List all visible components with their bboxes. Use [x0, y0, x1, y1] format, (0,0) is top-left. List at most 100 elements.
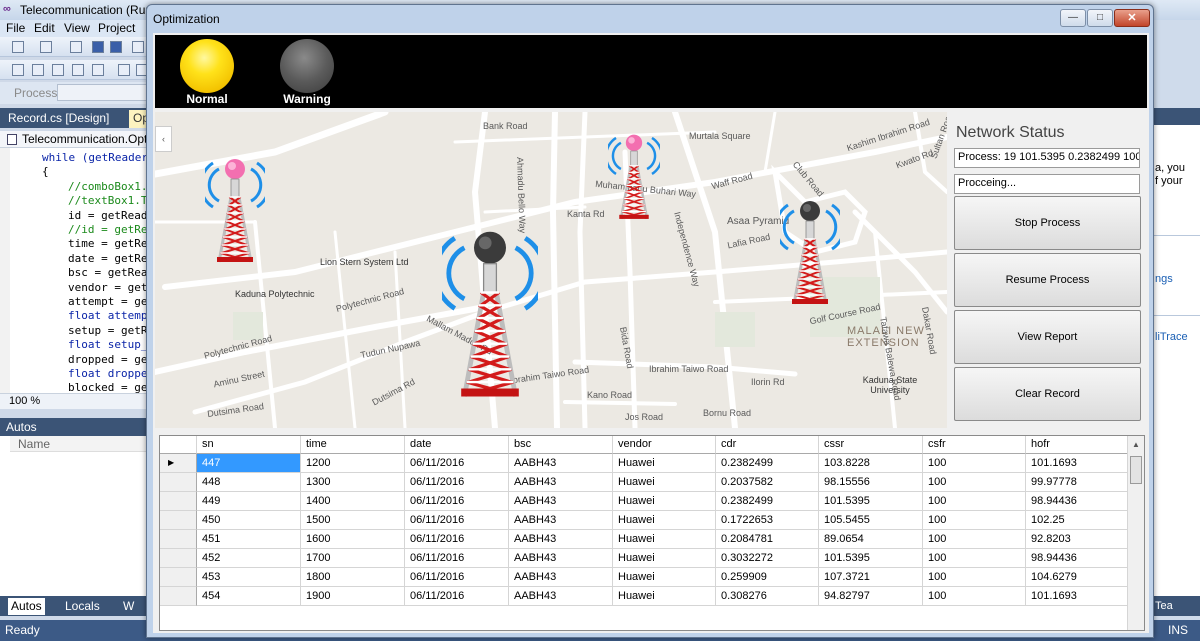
clear-record-button[interactable]: Clear Record — [954, 367, 1141, 421]
table-cell-cdr[interactable]: 0.3032272 — [716, 549, 819, 568]
code-line[interactable]: dropped = getReader — [68, 353, 150, 366]
table-cell-bsc[interactable]: AABH43 — [509, 492, 613, 511]
table-cell-hofr[interactable]: 101.1693 — [1026, 587, 1129, 606]
table-cell-cssr[interactable]: 107.3721 — [819, 568, 923, 587]
map-pan-control[interactable]: ‹ — [155, 126, 172, 152]
table-cell-csfr[interactable]: 100 — [923, 549, 1026, 568]
code-line[interactable]: //id = getReader — [68, 223, 150, 236]
state-textbox[interactable]: Procceing... — [954, 174, 1140, 194]
table-cell-csfr[interactable]: 100 — [923, 492, 1026, 511]
code-line[interactable]: float dropped_value — [68, 367, 150, 380]
close-button[interactable]: ✕ — [1114, 9, 1150, 27]
table-cell-sn[interactable]: 450 — [197, 511, 301, 530]
table-cell-cdr[interactable]: 0.2382499 — [716, 454, 819, 473]
table-cell-cssr[interactable]: 98.15556 — [819, 473, 923, 492]
right-panel-link[interactable]: ngs — [1155, 273, 1173, 285]
table-cell-bsc[interactable]: AABH43 — [509, 454, 613, 473]
table-cell-cdr[interactable]: 0.259909 — [716, 568, 819, 587]
menu-file[interactable]: File — [6, 21, 25, 35]
cut-icon[interactable] — [132, 41, 144, 53]
right-panel-link[interactable]: liTrace — [1155, 331, 1188, 343]
table-cell-time[interactable]: 1200 — [301, 454, 405, 473]
table-cell-vendor[interactable]: Huawei — [613, 492, 716, 511]
table-cell-hofr[interactable]: 102.25 — [1026, 511, 1129, 530]
spacing-icon[interactable] — [92, 64, 104, 76]
tab-autos[interactable]: Autos — [8, 598, 45, 615]
column-header-csfr[interactable]: csfr — [923, 436, 1026, 454]
table-cell-cssr[interactable]: 105.5455 — [819, 511, 923, 530]
menu-view[interactable]: View — [64, 21, 90, 35]
table-cell-sn[interactable]: 449 — [197, 492, 301, 511]
right-panel-tab[interactable]: Tea — [1155, 600, 1173, 612]
maximize-button[interactable]: □ — [1087, 9, 1113, 27]
table-cell-cssr[interactable]: 89.0654 — [819, 530, 923, 549]
table-cell-vendor[interactable]: Huawei — [613, 454, 716, 473]
row-header[interactable] — [160, 549, 197, 568]
table-cell-date[interactable]: 06/11/2016 — [405, 511, 509, 530]
table-cell-sn[interactable]: 448 — [197, 473, 301, 492]
table-cell-csfr[interactable]: 100 — [923, 568, 1026, 587]
new-project-icon[interactable] — [12, 41, 24, 53]
table-cell-cssr[interactable]: 94.82797 — [819, 587, 923, 606]
code-line[interactable]: attempt = getReader — [68, 295, 150, 308]
cell-tower-icon[interactable] — [780, 194, 840, 314]
table-cell-cdr[interactable]: 0.308276 — [716, 587, 819, 606]
table-cell-cdr[interactable]: 0.2037582 — [716, 473, 819, 492]
table-cell-time[interactable]: 1600 — [301, 530, 405, 549]
text-icon[interactable] — [72, 64, 84, 76]
column-header-bsc[interactable]: bsc — [509, 436, 613, 454]
autos-name-column[interactable]: Name — [10, 436, 150, 452]
zoom-control[interactable]: 100 % — [0, 393, 150, 409]
tab-watch[interactable]: W — [120, 598, 137, 615]
table-cell-hofr[interactable]: 98.94436 — [1026, 492, 1129, 511]
table-cell-vendor[interactable]: Huawei — [613, 549, 716, 568]
tab-locals[interactable]: Locals — [62, 598, 103, 615]
process-dropdown[interactable] — [57, 84, 149, 101]
table-cell-cdr[interactable]: 0.2382499 — [716, 492, 819, 511]
table-cell-time[interactable]: 1700 — [301, 549, 405, 568]
tab-record-design[interactable]: Record.cs [Design] — [0, 108, 128, 128]
table-cell-bsc[interactable]: AABH43 — [509, 549, 613, 568]
table-cell-vendor[interactable]: Huawei — [613, 511, 716, 530]
scroll-up-icon[interactable]: ▲ — [1128, 436, 1144, 453]
code-line[interactable]: setup = getReader — [68, 324, 150, 337]
column-header-cssr[interactable]: cssr — [819, 436, 923, 454]
code-line[interactable]: vendor = getReader — [68, 281, 150, 294]
table-cell-time[interactable]: 1800 — [301, 568, 405, 587]
row-header[interactable]: ▶ — [160, 454, 197, 473]
column-header-cdr[interactable]: cdr — [716, 436, 819, 454]
code-line[interactable]: //textBox1.Text — [68, 194, 150, 207]
size-icon[interactable] — [32, 64, 44, 76]
stop-process-button[interactable]: Stop Process — [954, 196, 1141, 250]
code-editor[interactable]: while (getReader.Read()){//comboBox1.Ite… — [0, 148, 150, 393]
table-cell-time[interactable]: 1900 — [301, 587, 405, 606]
process-textbox[interactable]: Process: 19 101.5395 0.2382499 100 — [954, 148, 1140, 168]
menu-edit[interactable]: Edit — [34, 21, 55, 35]
table-cell-date[interactable]: 06/11/2016 — [405, 587, 509, 606]
grid-scrollbar[interactable]: ▲ — [1127, 436, 1144, 630]
table-cell-csfr[interactable]: 100 — [923, 454, 1026, 473]
column-header-sn[interactable]: sn — [197, 436, 301, 454]
row-header[interactable] — [160, 473, 197, 492]
table-cell-csfr[interactable]: 100 — [923, 530, 1026, 549]
code-line[interactable]: time = getReader — [68, 237, 150, 250]
view-report-button[interactable]: View Report — [954, 310, 1141, 364]
table-cell-sn[interactable]: 452 — [197, 549, 301, 568]
column-header-vendor[interactable]: vendor — [613, 436, 716, 454]
code-line[interactable]: { — [42, 165, 49, 178]
column-header-hofr[interactable]: hofr — [1026, 436, 1129, 454]
code-line[interactable]: float attempt_value — [68, 309, 150, 322]
table-cell-sn[interactable]: 451 — [197, 530, 301, 549]
column-header-date[interactable]: date — [405, 436, 509, 454]
table-cell-sn[interactable]: 447 — [197, 454, 301, 473]
table-cell-cdr[interactable]: 0.1722653 — [716, 511, 819, 530]
table-cell-cssr[interactable]: 101.5395 — [819, 492, 923, 511]
table-cell-time[interactable]: 1500 — [301, 511, 405, 530]
row-header[interactable] — [160, 492, 197, 511]
table-cell-hofr[interactable]: 101.1693 — [1026, 454, 1129, 473]
indent-icon[interactable] — [118, 64, 130, 76]
table-cell-vendor[interactable]: Huawei — [613, 530, 716, 549]
cell-tower-icon[interactable] — [608, 133, 660, 223]
table-cell-csfr[interactable]: 100 — [923, 587, 1026, 606]
code-line[interactable]: id = getReader — [68, 209, 150, 222]
